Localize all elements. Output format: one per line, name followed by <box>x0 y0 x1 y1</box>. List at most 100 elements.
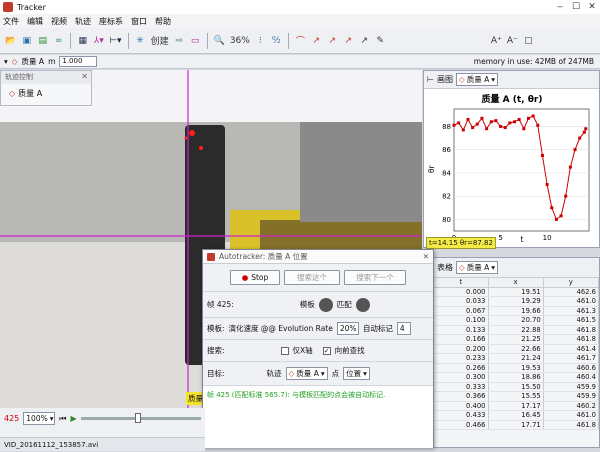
table-cell[interactable]: 462.6 <box>543 287 600 297</box>
table-row[interactable]: 0.166 21.25 461.8 <box>434 334 600 345</box>
save-icon[interactable]: ▣ <box>20 34 33 48</box>
table-tab-label[interactable]: 表格 <box>437 262 453 273</box>
table-track-dropdown[interactable]: ◇ 质量 A ▾ <box>456 261 499 274</box>
table-cell[interactable]: 460.4 <box>543 372 600 383</box>
pen-icon[interactable]: ✎ <box>374 34 387 48</box>
stop-button[interactable]: ● Stop <box>230 270 280 285</box>
help-icon[interactable]: ▢ <box>522 34 535 48</box>
zoom-dropdown[interactable]: 100% ▾ <box>23 412 56 425</box>
table-cell[interactable]: 461.8 <box>543 420 600 430</box>
link-icon[interactable]: ∞ <box>52 34 65 48</box>
table-cell[interactable]: 19.66 <box>488 306 544 316</box>
target-track-dropdown[interactable]: ◇ 质量 A ▾ <box>285 367 328 380</box>
table-cell[interactable]: 17.71 <box>488 420 544 430</box>
table-cell[interactable]: 0.433 <box>434 410 489 421</box>
plot-chart[interactable]: 质量 A (t, θr) 80828486880510 t θr <box>424 89 599 247</box>
table-cell[interactable]: 0.400 <box>434 401 489 411</box>
table-cell[interactable]: 0.300 <box>434 372 489 383</box>
menu-video[interactable]: 视频 <box>51 16 67 27</box>
font-size-small-icon[interactable]: A⁻ <box>506 34 519 48</box>
table-cell[interactable]: 17.17 <box>488 401 544 411</box>
table-row[interactable]: 0.100 20.70 461.5 <box>434 315 600 326</box>
table-row[interactable]: 0.200 22.66 461.4 <box>434 344 600 354</box>
table-row[interactable]: 0.233 21.24 461.7 <box>434 353 600 364</box>
close-icon[interactable]: ✕ <box>81 72 88 81</box>
table-cell[interactable]: 0.067 <box>434 306 489 316</box>
table-header-x[interactable]: x <box>488 278 544 288</box>
table-cell[interactable]: 461.8 <box>543 325 600 335</box>
track-mass-name[interactable]: 质量 A <box>22 56 45 67</box>
table-cell[interactable]: 15.55 <box>488 391 544 402</box>
table-cell[interactable]: 19.51 <box>488 287 544 297</box>
menu-file[interactable]: 文件 <box>3 16 19 27</box>
table-cell[interactable]: 461.0 <box>543 296 600 307</box>
menu-edit[interactable]: 编辑 <box>27 16 43 27</box>
plot-tab-label[interactable]: 画图 <box>437 74 453 85</box>
table-row[interactable]: 0.433 16.45 461.0 <box>434 410 600 421</box>
track-point-icon[interactable]: ↗ <box>358 34 371 48</box>
maximize-button[interactable]: ☐ <box>568 0 584 14</box>
frame-slider[interactable] <box>80 413 201 423</box>
table-cell[interactable]: 15.50 <box>488 382 544 392</box>
mass-input[interactable]: 1.000 <box>59 56 98 67</box>
trajectory-icon[interactable]: ⁝ <box>254 34 267 48</box>
close-button[interactable]: ✕ <box>584 0 600 14</box>
clip-settings-icon[interactable]: ▦ <box>76 34 89 48</box>
table-row[interactable]: 0.400 17.17 460.2 <box>434 401 600 411</box>
table-cell[interactable]: 0.133 <box>434 325 489 335</box>
table-cell[interactable]: 19.29 <box>488 296 544 307</box>
menu-track[interactable]: 轨迹 <box>75 16 91 27</box>
angle-icon[interactable]: ↗ <box>342 34 355 48</box>
curve-icon[interactable]: ⌒ <box>294 34 307 48</box>
menu-window[interactable]: 窗口 <box>131 16 147 27</box>
table-row[interactable]: 0.366 15.55 459.9 <box>434 391 600 402</box>
track-control-item[interactable]: 质量 A <box>18 88 42 99</box>
data-table[interactable]: t x y 0.000 19.51 462.6 0.033 19.29 461.0 0.06… <box>434 278 600 430</box>
step-back-icon[interactable]: ⏮ <box>59 414 66 424</box>
velocity-icon[interactable]: ↗ <box>310 34 323 48</box>
target-point-dropdown[interactable]: 位置 ▾ <box>343 367 370 380</box>
zoom-icon[interactable]: 🔍 <box>213 34 226 48</box>
table-cell[interactable]: 461.3 <box>543 306 600 316</box>
close-icon[interactable]: ✕ <box>423 252 429 261</box>
table-cell[interactable]: 0.033 <box>434 296 489 307</box>
table-cell[interactable]: 0.266 <box>434 363 489 373</box>
table-row[interactable]: 0.033 19.29 461.0 <box>434 296 600 307</box>
slider-thumb[interactable] <box>134 413 141 423</box>
font-size-icon[interactable]: A⁺ <box>490 34 503 48</box>
acceleration-icon[interactable]: ↗ <box>326 34 339 48</box>
table-cell[interactable]: 0.333 <box>434 382 489 392</box>
open-icon[interactable]: 📂 <box>4 34 17 48</box>
table-cell[interactable]: 0.233 <box>434 353 489 364</box>
table-cell[interactable]: 21.25 <box>488 334 544 345</box>
table-cell[interactable]: 460.2 <box>543 401 600 411</box>
video-icon[interactable]: ▤ <box>36 34 49 48</box>
table-row[interactable]: 0.266 19.53 460.6 <box>434 363 600 373</box>
search-this-button[interactable]: 搜索这个 <box>284 270 340 285</box>
chevron-down-icon[interactable]: ▾ <box>4 57 8 66</box>
table-cell[interactable]: 18.86 <box>488 372 544 383</box>
table-cell[interactable]: 460.6 <box>543 363 600 373</box>
table-cell[interactable]: 461.4 <box>543 344 600 354</box>
create-label[interactable]: 创建 <box>150 34 170 48</box>
table-header-t[interactable]: t <box>434 278 489 288</box>
menu-help[interactable]: 帮助 <box>155 16 171 27</box>
plot-graph-icon[interactable]: ⊢ <box>427 75 434 84</box>
play-icon[interactable]: ▶ <box>70 414 76 423</box>
auto-mark-input[interactable]: 4 <box>396 322 411 335</box>
table-cell[interactable]: 461.5 <box>543 315 600 326</box>
table-row[interactable]: 0.133 22.88 461.8 <box>434 325 600 335</box>
table-cell[interactable]: 22.88 <box>488 325 544 335</box>
menu-coords[interactable]: 座标系 <box>99 16 123 27</box>
trail-icon[interactable]: ▭ <box>189 34 202 48</box>
table-cell[interactable]: 461.0 <box>543 410 600 421</box>
table-cell[interactable]: 0.466 <box>434 420 489 430</box>
table-cell[interactable]: 459.9 <box>543 391 600 402</box>
table-cell[interactable]: 21.24 <box>488 353 544 364</box>
minimize-button[interactable]: ‒ <box>552 0 568 14</box>
table-row[interactable]: 0.067 19.66 461.3 <box>434 306 600 316</box>
tape-icon[interactable]: ⇨ <box>173 34 186 48</box>
zoom-label[interactable]: 36% <box>229 34 251 48</box>
fraction-icon[interactable]: ⁰⁄₂ <box>270 34 283 48</box>
table-row[interactable]: 0.300 18.86 460.4 <box>434 372 600 383</box>
